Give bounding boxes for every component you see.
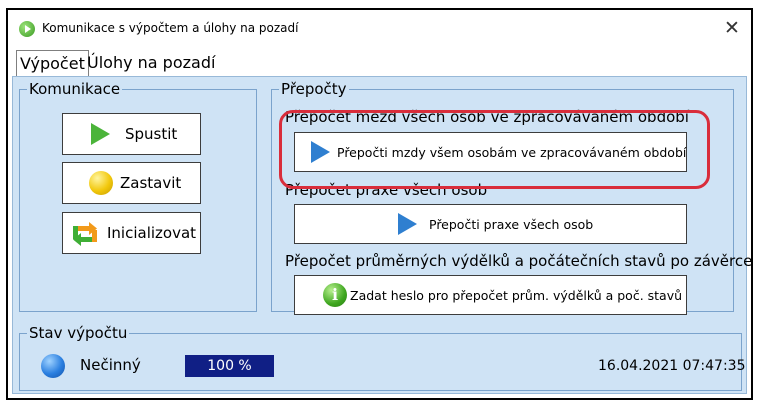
window-title: Komunikace s výpočtem a úlohy na pozadí [42,21,299,35]
status-ball-icon [41,354,65,378]
stav-vypoctu-legend: Stav výpočtu [27,324,130,342]
status-text: Nečinný [80,356,141,374]
app-icon [19,21,35,37]
highlight-frame [279,110,710,189]
zadat-heslo-button[interactable]: i Zadat heslo pro přepočet prům. výdělků… [294,275,687,315]
info-icon: i [323,283,347,307]
zastavit-label: Zastavit [120,174,182,192]
zastavit-button[interactable]: Zastavit [62,162,201,204]
inicializovat-button[interactable]: Inicializovat [62,212,201,254]
prepocty-legend: Přepočty [279,80,349,98]
tab-content: Komunikace Spustit Zastavit Inicializova… [12,76,752,394]
play-blue-icon [398,213,417,235]
dialog-window: Komunikace s výpočtem a úlohy na pozadí … [6,8,753,400]
komunikace-legend: Komunikace [27,80,123,98]
tab-ulohy-na-pozadi[interactable]: Úlohy na pozadí [84,50,218,76]
zadat-heslo-label: Zadat heslo pro přepočet prům. výdělků a… [350,288,683,303]
spustit-button[interactable]: Spustit [62,113,201,155]
prepocti-praxe-label: Přepočti praxe všech osob [429,217,594,232]
komunikace-group: Komunikace Spustit Zastavit Inicializova… [19,80,257,312]
spustit-label: Spustit [125,125,178,143]
stav-vypoctu-group: Stav výpočtu Nečinný 100 % 16.04.2021 07… [19,324,746,391]
yellow-ball-icon [89,171,113,195]
progress-bar: 100 % [185,355,274,377]
close-icon[interactable]: ✕ [719,15,745,41]
status-timestamp: 16.04.2021 07:47:35 [598,358,746,374]
inicializovat-label: Inicializovat [107,224,197,242]
title-bar: Komunikace s výpočtem a úlohy na pozadí … [8,10,751,48]
play-green-icon [91,123,110,145]
prepocti-praxe-button[interactable]: Přepočti praxe všech osob [294,204,687,244]
prepocet-prumeru-title: Přepočet průměrných výdělků a počátečníc… [285,252,753,270]
refresh-arrows-icon [73,222,97,246]
tab-vypocet[interactable]: Výpočet [16,50,89,78]
